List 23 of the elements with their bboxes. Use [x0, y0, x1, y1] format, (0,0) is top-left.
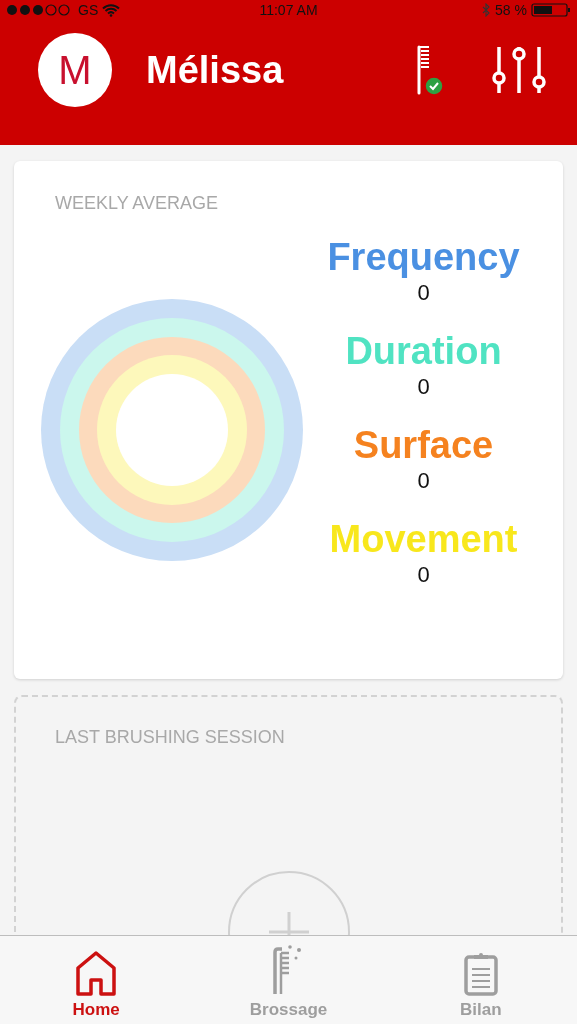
settings-icon[interactable]	[491, 45, 547, 95]
metric-label: Frequency	[327, 235, 520, 280]
clipboard-icon	[462, 950, 499, 996]
metric-label: Movement	[329, 517, 518, 562]
status-time: 11:07 AM	[259, 2, 318, 18]
metric-value: 0	[417, 280, 430, 306]
carrier-name: GS	[78, 2, 99, 18]
metric-value: 0	[417, 468, 430, 494]
metric-value: 0	[417, 562, 430, 588]
metric-label: Surface	[353, 423, 494, 468]
avatar[interactable]: M	[38, 33, 112, 107]
section-title: LAST BRUSHING SESSION	[54, 726, 286, 748]
metric-value: 0	[417, 374, 430, 400]
tab[interactable]: Home	[0, 936, 193, 1024]
section-title: WEEKLY AVERAGE	[54, 192, 220, 214]
metric-label: Duration	[345, 329, 502, 374]
user-name: Mélissa	[146, 48, 285, 92]
battery-percent: 58 %	[495, 2, 527, 18]
home-icon	[75, 950, 118, 996]
battery-icon	[531, 3, 571, 17]
wifi-icon	[102, 3, 121, 17]
bluetooth-icon	[482, 3, 492, 17]
toothbrush-icon[interactable]	[415, 44, 445, 96]
